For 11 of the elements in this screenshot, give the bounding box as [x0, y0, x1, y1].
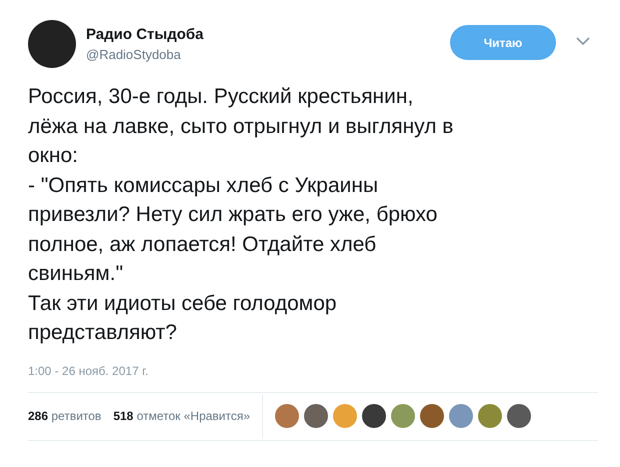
tweet-text: Россия, 30-е годы. Русский крестьянин, лёжа на лавке, сыто отрыгнул и выглянул в окно: - "Опять комиссары хлеб с Украины привезли? Нету сил жрать его уже, брюхо полное, аж лопается! Отдайте хлеб свиньям." Так эти идиоты себе голодомор представляют?: [28, 84, 454, 346]
avatar[interactable]: [28, 20, 76, 68]
liker-avatar[interactable]: [420, 404, 444, 428]
stat-count[interactable]: 518 отметок «Нравится»: [113, 407, 250, 425]
liker-avatar[interactable]: [362, 404, 386, 428]
author-handle[interactable]: @RadioStydoba: [86, 46, 204, 64]
liker-avatar[interactable]: [304, 404, 328, 428]
chevron-down-icon[interactable]: [576, 37, 590, 46]
author-name[interactable]: Радио Стыдоба: [86, 26, 204, 44]
liker-avatar[interactable]: [507, 404, 532, 428]
stat-count[interactable]: 286 ретвитов: [28, 407, 102, 425]
